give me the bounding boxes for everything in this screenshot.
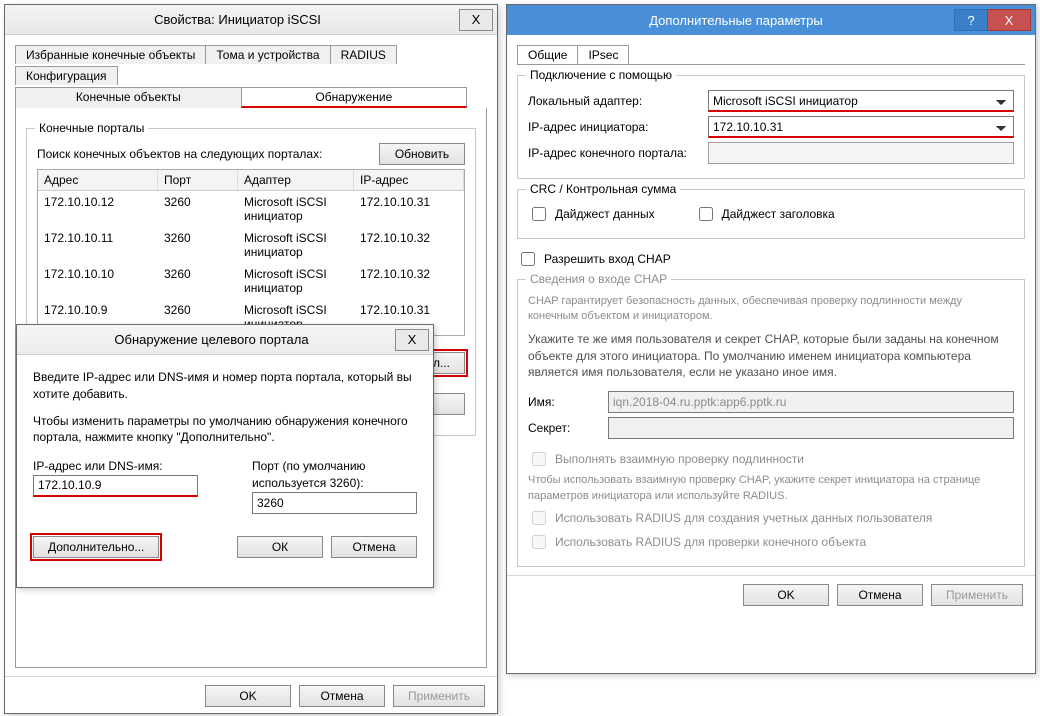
intro-text-2: Чтобы изменить параметры по умолчанию об…: [33, 413, 417, 447]
tab-general[interactable]: Общие: [517, 45, 578, 64]
initiator-ip-label: IP-адрес инициатора:: [528, 120, 708, 134]
ok-button[interactable]: OK: [205, 685, 291, 707]
th-ip[interactable]: IP-адрес: [354, 170, 464, 190]
th-port[interactable]: Порт: [158, 170, 238, 190]
port-label: Порт (по умолчанию используется 3260):: [252, 458, 417, 492]
close-icon[interactable]: X: [459, 9, 493, 31]
table-row[interactable]: 172.10.10.11 3260 Microsoft iSCSI инициа…: [38, 227, 464, 263]
dialog-footer: OK Отмена Применить: [507, 575, 1035, 614]
group-title: Сведения о входе CHAP: [526, 272, 671, 286]
ok-button[interactable]: OK: [743, 584, 829, 606]
discover-target-portal-dialog: Обнаружение целевого портала X Введите I…: [16, 324, 434, 588]
chap-secret-input[interactable]: [608, 417, 1014, 439]
initiator-ip-select[interactable]: 172.10.10.31: [708, 116, 1014, 138]
local-adapter-label: Локальный адаптер:: [528, 94, 708, 108]
radius-generate-checkbox[interactable]: Использовать RADIUS для создания учетных…: [528, 508, 1014, 528]
table-header: Адрес Порт Адаптер IP-адрес: [38, 170, 464, 191]
group-title: CRC / Контрольная сумма: [526, 182, 680, 196]
target-portal-ip-select[interactable]: [708, 142, 1014, 164]
th-adapter[interactable]: Адаптер: [238, 170, 354, 190]
window-title: Дополнительные параметры: [517, 13, 955, 28]
titlebar: Обнаружение целевого портала X: [17, 325, 433, 355]
table-row[interactable]: 172.10.10.10 3260 Microsoft iSCSI инициа…: [38, 263, 464, 299]
ok-button[interactable]: ОК: [237, 536, 323, 558]
th-address[interactable]: Адрес: [38, 170, 158, 190]
target-portal-ip-label: IP-адрес конечного портала:: [528, 146, 708, 160]
ip-dns-label: IP-адрес или DNS-имя:: [33, 458, 238, 475]
tabs: Общие IPsec: [517, 43, 1025, 65]
chap-hint: Укажите те же имя пользователя и секрет …: [528, 331, 1014, 381]
content: Введите IP-адрес или DNS-имя и номер пор…: [17, 355, 433, 572]
chap-name-input[interactable]: [608, 391, 1014, 413]
tab-configuration[interactable]: Конфигурация: [15, 66, 118, 85]
help-icon[interactable]: ?: [954, 9, 988, 31]
close-icon[interactable]: X: [987, 9, 1031, 31]
close-icon[interactable]: X: [395, 329, 429, 351]
tab-ipsec[interactable]: IPsec: [577, 45, 629, 64]
window-title: Свойства: Инициатор iSCSI: [15, 12, 460, 27]
portals-table: Адрес Порт Адаптер IP-адрес 172.10.10.12…: [37, 169, 465, 336]
content: Общие IPsec Подключение с помощью Локаль…: [507, 35, 1035, 575]
cancel-button[interactable]: Отмена: [837, 584, 923, 606]
group-title: Подключение с помощью: [526, 68, 676, 82]
tab-targets[interactable]: Конечные объекты: [15, 87, 242, 108]
chap-desc: CHAP гарантирует безопасность данных, об…: [528, 294, 1014, 325]
window-title: Обнаружение целевого портала: [27, 332, 396, 347]
data-digest-checkbox[interactable]: Дайджест данных: [528, 204, 655, 224]
mutual-auth-checkbox[interactable]: Выполнять взаимную проверку подлинности: [528, 449, 1014, 469]
apply-button[interactable]: Применить: [393, 685, 485, 707]
titlebar: Свойства: Инициатор iSCSI X: [5, 5, 497, 35]
chap-login-group: Сведения о входе CHAP CHAP гарантирует б…: [517, 279, 1025, 567]
local-adapter-select[interactable]: Microsoft iSCSI инициатор: [708, 90, 1014, 112]
enable-chap-checkbox[interactable]: Разрешить вход CHAP: [517, 249, 1025, 269]
radius-verify-checkbox[interactable]: Использовать RADIUS для проверки конечно…: [528, 532, 1014, 552]
tab-volumes-devices[interactable]: Тома и устройства: [205, 45, 330, 64]
intro-text-1: Введите IP-адрес или DNS-имя и номер пор…: [33, 369, 417, 403]
cancel-button[interactable]: Отмена: [299, 685, 385, 707]
tab-discovery[interactable]: Обнаружение: [241, 87, 468, 108]
dialog-footer: OK Отмена Применить: [5, 676, 497, 715]
advanced-button[interactable]: Дополнительно...: [33, 536, 159, 558]
port-input[interactable]: [252, 492, 417, 514]
group-title: Конечные порталы: [35, 121, 148, 135]
tab-favorite-targets[interactable]: Избранные конечные объекты: [15, 45, 206, 64]
advanced-settings-window: Дополнительные параметры ? X Общие IPsec…: [506, 4, 1036, 674]
refresh-button[interactable]: Обновить: [379, 143, 465, 165]
cancel-button[interactable]: Отмена: [331, 536, 417, 558]
mutual-note: Чтобы использовать взаимную проверку CHA…: [528, 473, 1014, 504]
ip-dns-input[interactable]: [33, 475, 198, 497]
titlebar: Дополнительные параметры ? X: [507, 5, 1035, 35]
apply-button[interactable]: Применить: [931, 584, 1023, 606]
header-digest-checkbox[interactable]: Дайджест заголовка: [695, 204, 835, 224]
tabs-row-1: Избранные конечные объекты Тома и устрой…: [15, 43, 487, 85]
tabs-row-2: Конечные объекты Обнаружение: [15, 85, 487, 108]
connect-using-group: Подключение с помощью Локальный адаптер:…: [517, 75, 1025, 179]
table-row[interactable]: 172.10.10.12 3260 Microsoft iSCSI инициа…: [38, 191, 464, 227]
chap-name-label: Имя:: [528, 395, 608, 409]
tab-radius[interactable]: RADIUS: [330, 45, 397, 64]
search-portals-label: Поиск конечных объектов на следующих пор…: [37, 146, 379, 163]
chap-secret-label: Секрет:: [528, 421, 608, 435]
crc-group: CRC / Контрольная сумма Дайджест данных …: [517, 189, 1025, 239]
